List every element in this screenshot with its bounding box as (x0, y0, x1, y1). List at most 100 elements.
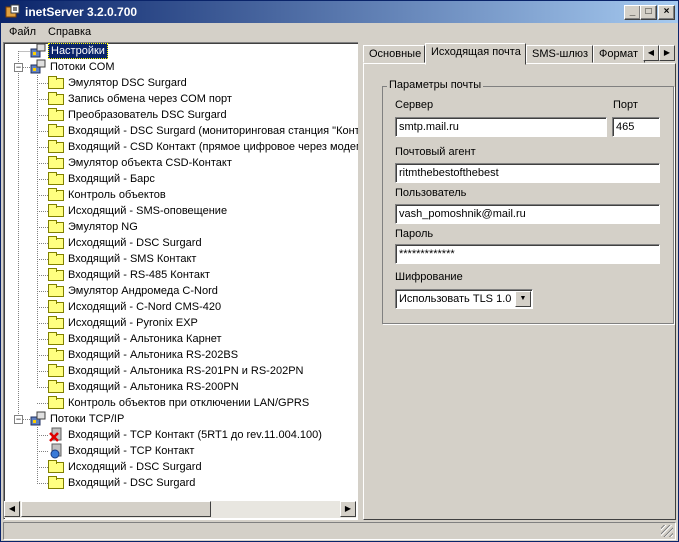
title-bar[interactable]: inetServer 3.2.0.700 _ □ × (1, 1, 678, 23)
tab-outgoing-mail[interactable]: Исходящая почта (425, 43, 526, 65)
dropdown-button[interactable]: ▼ (515, 291, 531, 307)
tree-item-label: Исходящий - C-Nord CMS-420 (68, 301, 222, 313)
arrow-right-icon: ▶ (663, 48, 671, 57)
maximize-button[interactable]: □ (640, 5, 657, 20)
server-label: Сервер (395, 99, 434, 111)
tree-item-label: Эмулятор NG (68, 221, 138, 233)
tree-horizontal-scrollbar[interactable]: ◀ ▶ (4, 501, 356, 518)
tree-item-label: Входящий - DSC Surgard (68, 477, 196, 489)
status-bar (3, 522, 676, 540)
password-field[interactable] (395, 244, 660, 264)
tree-item-label: Входящий - CSD Контакт (прямое цифровое … (68, 141, 359, 153)
settings-icon (30, 43, 46, 58)
tab-scroll-right-button[interactable]: ▶ (659, 45, 675, 61)
folder-icon (48, 252, 64, 265)
folder-icon (48, 396, 64, 409)
folder-icon (48, 348, 64, 361)
tree-group-label: Потоки TCP/IP (50, 413, 125, 425)
folder-icon (48, 236, 64, 249)
folder-icon (48, 188, 64, 201)
folder-icon (48, 220, 64, 233)
resize-grip[interactable] (661, 525, 673, 537)
tab-scroll-left-button[interactable]: ◀ (643, 45, 659, 61)
encryption-label: Шифрование (395, 271, 463, 283)
folder-icon (48, 476, 64, 489)
folder-icon (48, 380, 64, 393)
folder-icon (48, 204, 64, 217)
user-label: Пользователь (395, 187, 467, 199)
password-label: Пароль (395, 228, 434, 240)
encryption-selected-value: Использовать TLS 1.0 (399, 293, 512, 305)
port-field[interactable] (612, 117, 660, 137)
tree-item-label: Входящий - RS-485 Контакт (68, 269, 210, 281)
tree-item-label: Входящий - SMS Контакт (68, 253, 197, 265)
collapse-com-button[interactable]: − (14, 63, 23, 72)
tree-item-label: Входящий - Барс (68, 173, 155, 185)
tree-item-label: Входящий - TCP Контакт (68, 445, 195, 457)
tree-item-label: Входящий - Альтоника RS-202BS (68, 349, 239, 361)
folder-icon (48, 364, 64, 377)
scroll-left-button[interactable]: ◀ (4, 501, 20, 517)
group-streams-icon (30, 411, 46, 426)
tree-item-label: Контроль объектов при отключении LAN/GPR… (68, 397, 310, 409)
folder-icon (48, 140, 64, 153)
pane-splitter[interactable] (358, 42, 362, 520)
arrow-left-icon: ◀ (647, 48, 655, 57)
app-icon (5, 4, 20, 18)
network-icon (50, 443, 62, 459)
maximize-icon: □ (645, 6, 652, 17)
tree-item-label: Эмулятор объекта CSD-Контакт (68, 157, 232, 169)
tree-item-label: Эмулятор DSC Surgard (68, 77, 187, 89)
folder-icon (48, 268, 64, 281)
minimize-button[interactable]: _ (624, 5, 641, 20)
group-title: Параметры почты (387, 79, 484, 91)
server-field[interactable] (395, 117, 607, 137)
tree-item-label: Исходящий - Pyronix EXP (68, 317, 198, 329)
agent-label: Почтовый агент (395, 146, 476, 158)
arrow-left-icon: ◀ (8, 504, 16, 513)
chevron-down-icon: ▼ (519, 295, 527, 302)
tree-item-label: Исходящий - DSC Surgard (68, 461, 202, 473)
port-label: Порт (613, 99, 638, 111)
tab-sms-gateway[interactable]: SMS-шлюз (526, 45, 593, 63)
folder-icon (48, 460, 64, 473)
tab-format[interactable]: Формат (593, 45, 645, 63)
tree-item-label: Входящий - Альтоника RS-200PN (68, 381, 239, 393)
minimize-icon: _ (629, 6, 636, 17)
folder-icon (48, 332, 64, 345)
scrollbar-thumb[interactable] (21, 501, 211, 517)
tree-item-label: Настройки (48, 43, 108, 59)
error-x-icon (49, 427, 62, 442)
tree-item-label: Исходящий - SMS-оповещение (68, 205, 228, 217)
menu-file[interactable]: Файл (9, 26, 36, 38)
scroll-right-button[interactable]: ▶ (340, 501, 356, 517)
tree-group-label: Потоки COM (50, 61, 115, 73)
agent-field[interactable] (395, 163, 660, 183)
folder-icon (48, 156, 64, 169)
menu-help[interactable]: Справка (48, 26, 91, 38)
tree-item-label: Входящий - Альтоника Карнет (68, 333, 222, 345)
menu-bar: Файл Справка (1, 23, 678, 41)
tab-general[interactable]: Основные (363, 45, 425, 63)
tree-item-label: Входящий - Альтоника RS-201PN и RS-202PN (68, 365, 304, 377)
collapse-tcp-button[interactable]: − (14, 415, 23, 424)
main-window: inetServer 3.2.0.700 _ □ × Файл Справка (0, 0, 679, 542)
group-streams-icon (30, 59, 46, 74)
tree-item-label: Преобразователь DSC Surgard (68, 109, 227, 121)
tree-item-label: Эмулятор Андромеда C-Nord (68, 285, 218, 297)
folder-icon (48, 92, 64, 105)
tree-item-label: Входящий - DSC Surgard (мониторинговая с… (68, 125, 359, 137)
user-field[interactable] (395, 204, 660, 224)
tree-item-label: Входящий - TCP Контакт (5RT1 до rev.11.0… (68, 429, 322, 441)
folder-icon (48, 124, 64, 137)
tree-item-label: Запись обмена через COM порт (68, 93, 232, 105)
close-icon: × (663, 6, 670, 17)
folder-icon (48, 300, 64, 313)
tree-view[interactable]: Настройки − Потоки COM Эмулятор DSC Surg… (3, 42, 359, 520)
folder-icon (48, 316, 64, 329)
tree-item-label: Исходящий - DSC Surgard (68, 237, 202, 249)
encryption-select[interactable]: Использовать TLS 1.0 ▼ (395, 289, 533, 309)
window-title: inetServer 3.2.0.700 (25, 5, 138, 19)
folder-icon (48, 172, 64, 185)
close-button[interactable]: × (658, 5, 675, 20)
